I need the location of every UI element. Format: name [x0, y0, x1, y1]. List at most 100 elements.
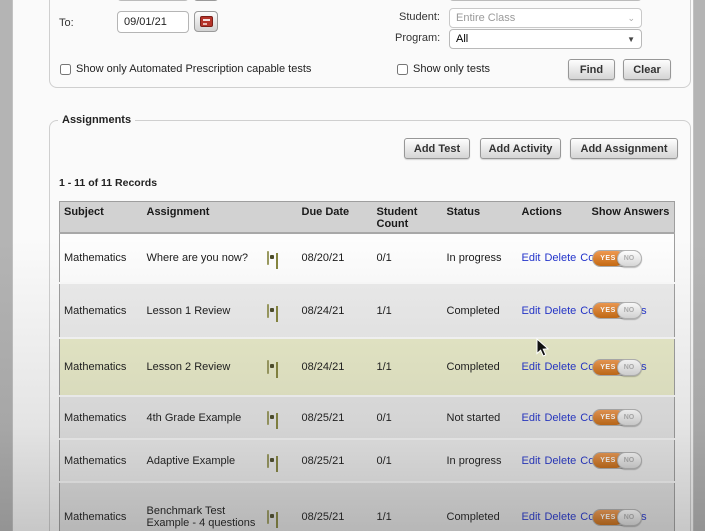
cell-status: Completed — [446, 361, 500, 373]
records-summary: 1 - 11 of 11 Records — [59, 177, 158, 189]
from-date-input-cropped[interactable] — [117, 0, 189, 1]
show-only-auto-checkbox[interactable] — [60, 64, 71, 75]
cell-subject: Mathematics — [64, 411, 127, 424]
chevron-down-icon: ▼ — [627, 34, 635, 44]
to-label: To: — [59, 17, 74, 29]
table-row: Mathematics Benchmark Test Example - 4 q… — [59, 482, 675, 531]
toggle-no-label: NO — [616, 452, 642, 469]
cell-subject: Mathematics — [64, 252, 127, 264]
toggle-no-label: NO — [616, 302, 642, 319]
table-row: Mathematics Lesson 1 Review 08/24/21 1/1… — [59, 283, 675, 338]
delete-link[interactable]: Delete — [544, 455, 576, 467]
edit-link[interactable]: Edit — [522, 412, 541, 424]
program-label: Program: — [395, 32, 441, 44]
test-icon — [266, 360, 269, 374]
show-answers-toggle[interactable]: YES NO — [591, 508, 642, 526]
cell-due-date: 08/24/21 — [301, 304, 345, 317]
col-icon — [262, 201, 298, 234]
delete-link[interactable]: Delete — [544, 252, 576, 264]
cell-subject: Mathematics — [64, 304, 127, 317]
delete-link[interactable]: Delete — [544, 412, 576, 424]
cell-assignment: Lesson 2 Review — [146, 361, 231, 373]
program-dropdown-value: All — [456, 33, 469, 45]
col-assignment: Assignment — [142, 201, 263, 234]
cell-due-date: 08/24/21 — [301, 361, 345, 373]
program-dropdown[interactable]: All ▼ — [449, 29, 642, 49]
toggle-no-label: NO — [616, 508, 642, 526]
clear-button[interactable]: Clear — [623, 59, 671, 80]
cell-actions: EditDeleteCopyResults — [518, 482, 647, 531]
delete-link[interactable]: Delete — [544, 305, 576, 317]
show-answers-toggle[interactable]: YES NO — [591, 409, 642, 426]
cell-actions: EditDeleteCopyResults — [518, 283, 647, 338]
cell-due-date: 08/25/21 — [301, 511, 345, 524]
test-icon — [266, 510, 269, 525]
delete-link[interactable]: Delete — [544, 361, 576, 373]
table-row: Mathematics Adaptive Example 08/25/21 0/… — [59, 439, 675, 482]
cell-student-count: 0/1 — [376, 454, 392, 467]
cell-due-date: 08/20/21 — [301, 252, 345, 264]
add-activity-button[interactable]: Add Activity — [480, 138, 561, 159]
edit-link[interactable]: Edit — [522, 305, 541, 317]
edit-link[interactable]: Edit — [522, 361, 541, 373]
toggle-no-label: NO — [616, 409, 642, 426]
add-assignment-button[interactable]: Add Assignment — [570, 138, 678, 159]
show-answers-toggle[interactable]: YES NO — [591, 452, 642, 469]
delete-link[interactable]: Delete — [544, 511, 576, 523]
cell-student-count: 0/1 — [376, 411, 392, 424]
find-button[interactable]: Find — [568, 59, 615, 80]
edit-link[interactable]: Edit — [522, 252, 541, 264]
col-subject: Subject — [59, 201, 143, 234]
search-filter-panel: To: Student: Entire Class ⌄ Program: All… — [49, 0, 691, 88]
assignments-legend: Assignments — [58, 114, 136, 126]
cell-status: Not started — [446, 411, 501, 424]
table-row: Mathematics 4th Grade Example 08/25/21 0… — [59, 396, 675, 439]
show-only-tests-checkbox[interactable] — [397, 64, 408, 75]
cell-due-date: 08/25/21 — [301, 411, 345, 424]
cell-actions: EditDeleteCopy — [518, 439, 606, 482]
screen: To: Student: Entire Class ⌄ Program: All… — [0, 0, 705, 531]
show-answers-toggle[interactable]: YES NO — [591, 249, 642, 267]
grade-dropdown-cropped[interactable] — [449, 0, 642, 1]
chevron-down-icon: ⌄ — [627, 12, 635, 23]
show-only-tests-checkbox-row: Show only tests — [397, 63, 557, 75]
edit-link[interactable]: Edit — [522, 455, 541, 467]
cell-assignment: Adaptive Example — [146, 454, 236, 467]
cell-student-count: 1/1 — [376, 361, 392, 373]
table-row-highlighted: Mathematics Lesson 2 Review 08/24/21 1/1… — [59, 338, 675, 396]
add-test-button[interactable]: Add Test — [404, 138, 470, 159]
show-answers-toggle[interactable]: YES NO — [591, 302, 642, 319]
cell-actions: EditDeleteCopy — [518, 396, 606, 439]
cell-actions: EditDeleteCopyResults — [518, 338, 647, 396]
cell-due-date: 08/25/21 — [301, 454, 345, 467]
col-actions: Actions — [517, 201, 588, 234]
to-calendar-button[interactable] — [194, 11, 218, 32]
show-only-auto-label: Show only Automated Prescription capable… — [76, 63, 312, 75]
table-row: Mathematics Where are you now? 08/20/21 … — [59, 233, 675, 283]
cell-status: In progress — [446, 454, 502, 467]
show-only-auto-checkbox-row: Show only Automated Prescription capable… — [60, 63, 360, 75]
col-due-date: Due Date — [297, 201, 373, 234]
col-show-answers: Show Answers — [587, 201, 675, 234]
student-label: Student: — [399, 11, 440, 23]
student-dropdown-value: Entire Class — [456, 12, 516, 24]
student-dropdown[interactable]: Entire Class ⌄ — [449, 8, 642, 28]
cell-assignment: Benchmark Test Example - 4 questions — [146, 505, 256, 530]
from-calendar-button-cropped[interactable] — [194, 0, 218, 1]
cell-student-count: 1/1 — [376, 304, 392, 317]
cell-subject: Mathematics — [64, 454, 127, 467]
show-answers-toggle[interactable]: YES NO — [591, 358, 642, 376]
cell-status: In progress — [446, 252, 502, 264]
calendar-icon — [199, 16, 213, 27]
cell-assignment: Lesson 1 Review — [146, 304, 231, 317]
edit-link[interactable]: Edit — [522, 511, 541, 523]
show-only-tests-label: Show only tests — [413, 63, 491, 75]
test-icon — [266, 453, 269, 468]
assignments-table: Subject Assignment Due Date Student Coun… — [59, 201, 675, 531]
col-status: Status — [442, 201, 518, 234]
cell-subject: Mathematics — [64, 511, 127, 524]
to-date-input[interactable] — [117, 11, 189, 33]
cell-actions: EditDeleteCopy — [518, 233, 606, 283]
page-background: To: Student: Entire Class ⌄ Program: All… — [12, 0, 694, 531]
toggle-no-label: NO — [616, 358, 642, 376]
